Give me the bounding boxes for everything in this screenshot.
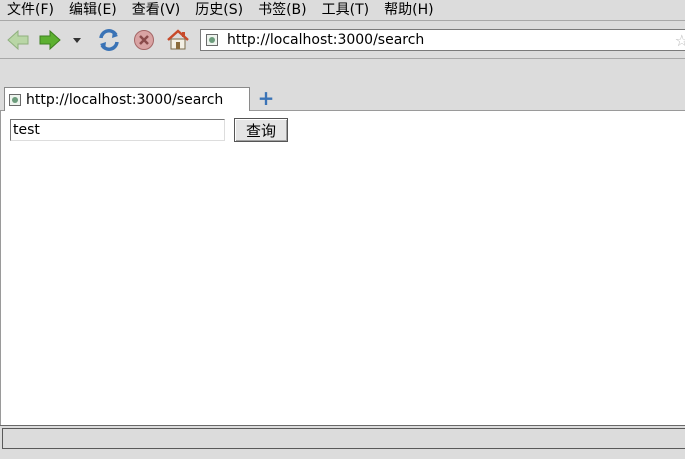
home-button[interactable] [165,27,191,53]
search-submit-button[interactable]: 查询 [234,118,288,142]
navigation-toolbar: http://localhost:3000/search ☆ [0,21,685,58]
status-panel [2,428,685,449]
tab-favicon-icon [9,93,21,106]
tab-search[interactable]: http://localhost:3000/search [4,87,250,111]
history-dropdown-button[interactable] [67,27,87,53]
url-bar[interactable]: http://localhost:3000/search ☆ [200,29,685,51]
tab-strip: http://localhost:3000/search + [0,85,685,111]
menu-help[interactable]: 帮助(H) [377,1,441,19]
tab-title: http://localhost:3000/search [26,91,224,108]
menu-file[interactable]: 文件(F) [0,1,62,19]
back-button[interactable] [5,27,31,53]
menu-edit[interactable]: 编辑(E) [62,1,125,19]
menu-view[interactable]: 查看(V) [125,1,189,19]
menu-bar: 文件(F) 编辑(E) 查看(V) 历史(S) 书签(B) 工具(T) 帮助(H… [0,0,685,20]
new-tab-button[interactable]: + [256,86,276,110]
page-content: 查询 [0,111,685,425]
stop-icon [134,30,154,50]
menu-history[interactable]: 历史(S) [188,1,251,19]
page-favicon-icon [206,34,218,46]
status-bar [0,425,685,459]
url-text[interactable]: http://localhost:3000/search [227,32,424,48]
forward-arrow-icon [39,29,61,51]
menu-tools[interactable]: 工具(T) [315,1,377,19]
stop-button[interactable] [131,27,157,53]
reload-button[interactable] [96,27,122,53]
chevron-down-icon [73,38,81,43]
reload-icon [99,29,119,51]
back-arrow-icon [7,29,29,51]
forward-button[interactable] [37,27,63,53]
home-icon [167,29,189,50]
plus-icon: + [257,86,275,110]
bookmark-star-icon[interactable]: ☆ [675,31,685,50]
search-input[interactable] [10,119,225,141]
bookmarks-toolbar [0,58,685,86]
menu-bookmarks[interactable]: 书签(B) [251,1,315,19]
